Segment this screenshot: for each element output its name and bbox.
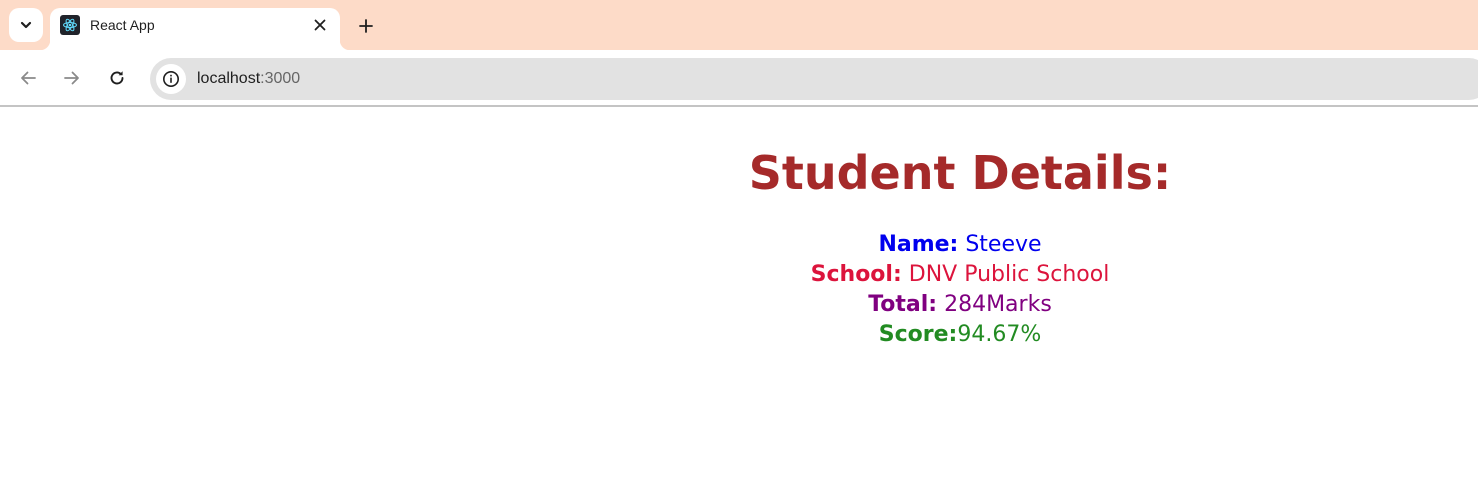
detail-label: Name: <box>878 232 959 257</box>
student-details: Name: Steeve School: DNV Public School Tot… <box>0 230 1478 350</box>
reload-button[interactable] <box>103 64 131 92</box>
url-text[interactable]: localhost:3000 <box>197 70 300 88</box>
detail-row: Total: 284Marks <box>0 290 1478 320</box>
info-icon <box>163 71 179 87</box>
forward-button[interactable] <box>58 64 86 92</box>
browser-toolbar: localhost:3000 <box>0 50 1478 107</box>
tab-strip: React App <box>0 0 1478 50</box>
close-icon <box>314 19 326 31</box>
back-button[interactable] <box>14 64 42 92</box>
tab-title: React App <box>90 17 155 33</box>
detail-row: School: DNV Public School <box>0 260 1478 290</box>
detail-label: Score: <box>878 322 958 347</box>
new-tab-button[interactable] <box>352 12 380 40</box>
tab-close-button[interactable] <box>310 15 330 35</box>
arrow-right-icon <box>64 71 79 85</box>
address-bar[interactable]: localhost:3000 <box>150 58 1478 100</box>
active-tab[interactable]: React App <box>40 8 350 50</box>
arrow-left-icon <box>21 71 36 85</box>
site-info-button[interactable] <box>156 64 186 94</box>
detail-value: 94.67% <box>957 322 1042 347</box>
tab-search-button[interactable] <box>9 8 43 42</box>
detail-row: Score:94.67% <box>0 320 1478 350</box>
reload-icon <box>110 71 124 85</box>
plus-icon <box>359 19 373 33</box>
url-host: localhost <box>197 70 261 87</box>
chevron-down-icon <box>20 21 32 29</box>
detail-value: 284Marks <box>937 292 1052 317</box>
page-content: Student Details: Name: Steeve School: DNV… <box>0 109 1478 495</box>
detail-value: Steeve <box>958 232 1042 257</box>
react-logo-icon <box>60 15 80 35</box>
detail-row: Name: Steeve <box>0 230 1478 260</box>
page-title: Student Details: <box>748 146 1172 200</box>
detail-label: School: <box>810 262 902 287</box>
detail-label: Total: <box>868 292 938 317</box>
detail-value: DNV Public School <box>901 262 1110 287</box>
url-port: :3000 <box>260 70 301 87</box>
